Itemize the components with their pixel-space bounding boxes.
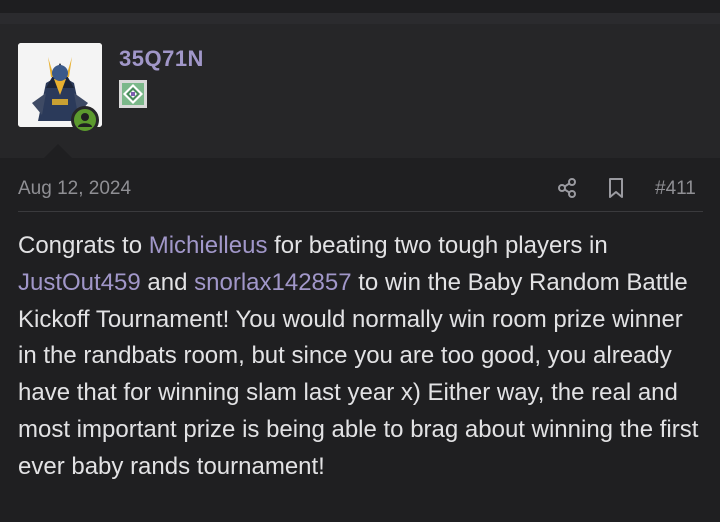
post-date[interactable]: Aug 12, 2024 bbox=[18, 178, 131, 200]
message-text: to win the Baby Random Battle Kickoff To… bbox=[18, 268, 699, 480]
header-divider bbox=[18, 211, 703, 212]
user-badge-icon bbox=[119, 80, 147, 108]
top-separator bbox=[0, 13, 720, 24]
post-message-body: Congrats to Michielleus for beating two … bbox=[18, 228, 708, 486]
bookmark-icon[interactable] bbox=[606, 177, 626, 199]
post-number-link[interactable]: #411 bbox=[655, 178, 696, 200]
message-text: for beating two tough players in bbox=[267, 232, 608, 259]
mention-link[interactable]: JustOut459 bbox=[18, 269, 141, 296]
message-pointer-arrow bbox=[44, 144, 72, 158]
message-text: Congrats to bbox=[18, 232, 149, 259]
username-link[interactable]: 35Q71N bbox=[119, 46, 204, 72]
share-icon[interactable] bbox=[556, 177, 578, 199]
user-info-block: 35Q71N bbox=[0, 24, 720, 158]
message-text: and bbox=[140, 268, 195, 296]
mention-link[interactable]: snorlax142857 bbox=[194, 269, 351, 296]
mention-link[interactable]: Michielleus bbox=[149, 232, 268, 259]
top-bar bbox=[0, 0, 720, 13]
online-status-icon bbox=[71, 106, 99, 134]
